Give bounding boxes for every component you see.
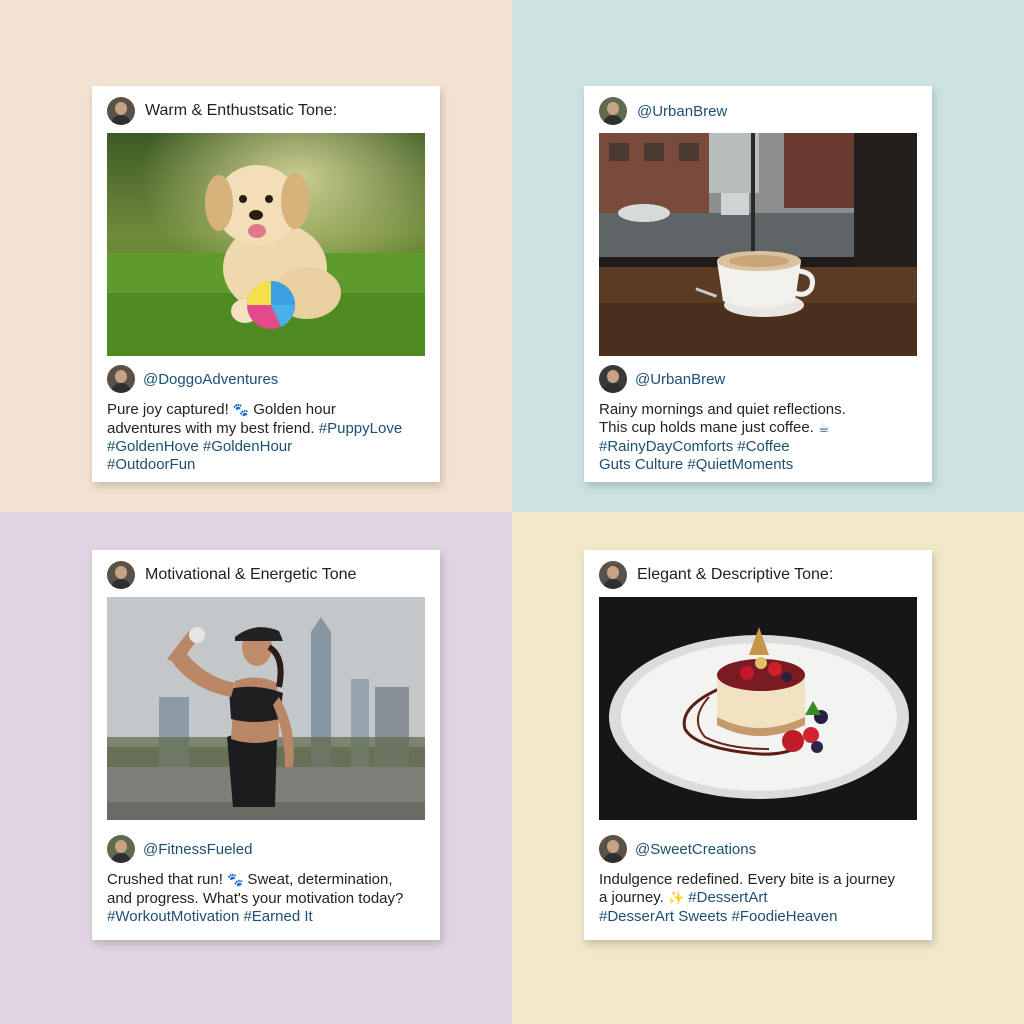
caption-line: a journey. ✨ #DessertArt — [599, 889, 768, 906]
avatar[interactable] — [107, 365, 135, 393]
post-user-row: @SweetCreations — [599, 834, 917, 864]
post-card-header: Motivational & Energetic Tone — [107, 560, 425, 590]
post-card-header: @UrbanBrew — [599, 96, 917, 126]
username-link[interactable]: @SweetCreations — [635, 841, 756, 858]
post-card-sweetcreations: Elegant & Descriptive Tone: @SweetCreati… — [584, 550, 932, 940]
caption-line: #GoldenHove #GoldenHour — [107, 438, 427, 456]
caption-line: #RainyDayComforts #Coffee — [599, 438, 919, 456]
post-header-handle[interactable]: @UrbanBrew — [637, 103, 727, 120]
username-link[interactable]: @DoggoAdventures — [143, 371, 278, 388]
avatar[interactable] — [107, 561, 135, 589]
avatar[interactable] — [599, 365, 627, 393]
caption-line: This cup holds mane just coffee. ☕ — [599, 419, 830, 436]
coffee-cup-icon: ☕ — [818, 421, 830, 436]
paw-print-icon: 🐾 — [227, 873, 244, 888]
caption-line: #OutdoorFun — [107, 456, 427, 474]
hashtag-link[interactable]: #WorkoutMotivation #Earned It — [107, 908, 313, 925]
sparkle-icon: ✨ — [667, 891, 685, 906]
post-card-fitness: Motivational & Energetic Tone @FitnessFu… — [92, 550, 440, 940]
post-photo-puppy[interactable] — [107, 133, 425, 356]
caption-line: and progress. What's your motivation tod… — [107, 890, 404, 907]
post-caption: Pure joy captured! 🐾 Golden hour adventu… — [107, 401, 427, 474]
post-user-row: @FitnessFueled — [107, 834, 425, 864]
avatar[interactable] — [107, 835, 135, 863]
username-link[interactable]: @UrbanBrew — [635, 371, 725, 388]
hashtag-link[interactable]: #GoldenHove #GoldenHour — [107, 438, 292, 455]
hashtag-link[interactable]: #DessertArt — [688, 889, 767, 906]
caption-line: Indulgence redefined. Every bite is a jo… — [599, 871, 896, 888]
post-photo-fitness[interactable] — [107, 597, 425, 820]
caption-line: #DesserArt Sweets #FoodieHeaven — [599, 908, 919, 926]
post-tone-title: Warm & Enthustsatic Tone: — [145, 102, 338, 119]
caption-line: Pure joy captured! 🐾 Golden hour — [107, 401, 336, 418]
username-link[interactable]: @FitnessFueled — [143, 841, 252, 858]
post-card-header: Warm & Enthustsatic Tone: — [107, 96, 425, 126]
caption-line: Crushed that run! 🐾 Sweat, determination… — [107, 871, 393, 888]
caption-line: Rainy mornings and quiet reflections. — [599, 401, 846, 418]
avatar[interactable] — [599, 835, 627, 863]
avatar[interactable] — [107, 97, 135, 125]
post-photo-dessert[interactable] — [599, 597, 917, 820]
post-card-header: Elegant & Descriptive Tone: — [599, 560, 917, 590]
post-user-row: @UrbanBrew — [599, 364, 917, 394]
avatar[interactable] — [599, 561, 627, 589]
post-tone-title: Elegant & Descriptive Tone: — [637, 566, 834, 583]
hashtag-link[interactable]: #DesserArt Sweets #FoodieHeaven — [599, 908, 837, 925]
post-caption: Rainy mornings and quiet reflections. Th… — [599, 401, 919, 474]
post-card-urbanbrew: @UrbanBrew @UrbanBrew Rainy mornings and… — [584, 86, 932, 482]
post-caption: Crushed that run! 🐾 Sweat, determination… — [107, 871, 427, 926]
avatar[interactable] — [599, 97, 627, 125]
caption-line: adventures with my best friend. #PuppyLo… — [107, 420, 403, 437]
hashtag-link[interactable]: Guts Culture #QuietMoments — [599, 456, 793, 473]
post-tone-title: Motivational & Energetic Tone — [145, 566, 357, 583]
post-photo-coffee[interactable] — [599, 133, 917, 356]
caption-line: #WorkoutMotivation #Earned It — [107, 908, 427, 926]
hashtag-link[interactable]: #PuppyLove — [319, 420, 402, 437]
paw-print-icon: 🐾 — [232, 403, 250, 418]
post-user-row: @DoggoAdventures — [107, 364, 425, 394]
caption-line: Guts Culture #QuietMoments — [599, 456, 919, 474]
hashtag-link[interactable]: #OutdoorFun — [107, 456, 195, 473]
post-caption: Indulgence redefined. Every bite is a jo… — [599, 871, 919, 926]
post-card-doggo: Warm & Enthustsatic Tone: @DoggoAdventur… — [92, 86, 440, 482]
hashtag-link[interactable]: #RainyDayComforts #Coffee — [599, 438, 790, 455]
